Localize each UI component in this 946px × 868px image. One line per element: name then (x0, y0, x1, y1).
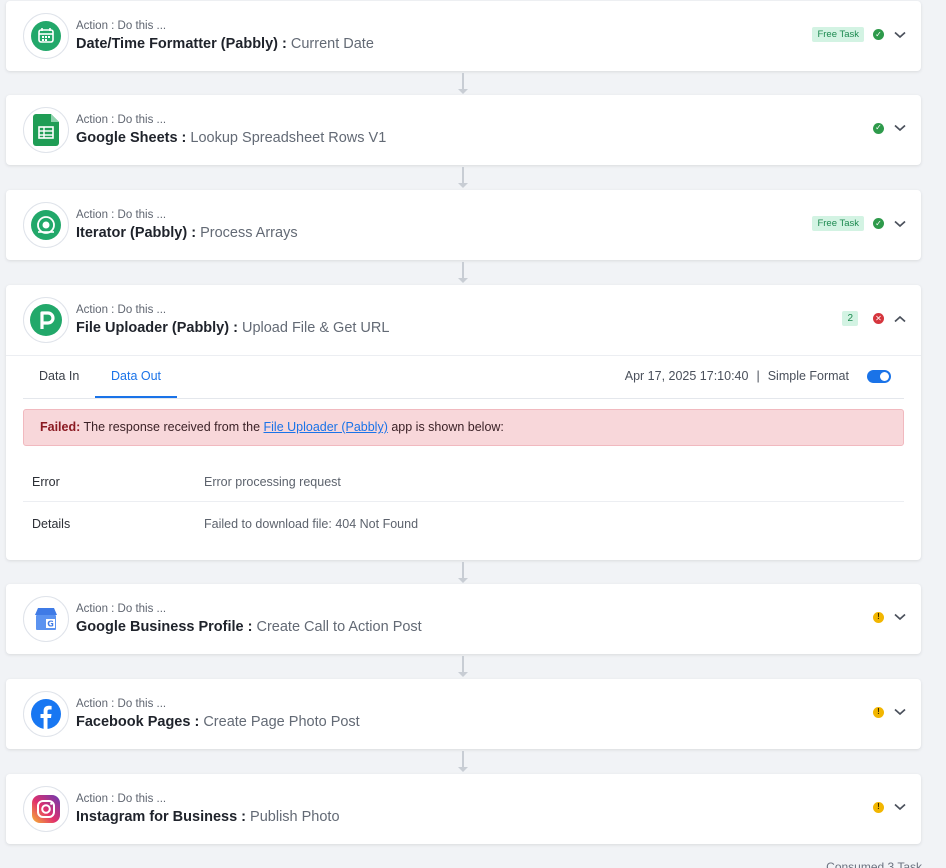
response-value: Error processing request (204, 475, 341, 489)
step-app-name: Iterator (Pabbly) : (76, 225, 197, 241)
response-row: Details Failed to download file: 404 Not… (23, 502, 904, 544)
step-app-name: Facebook Pages : (76, 714, 200, 730)
warning-icon: ! (873, 611, 884, 623)
app-link[interactable]: File Uploader (Pabbly) (264, 420, 388, 434)
alert-label: Failed: (40, 420, 81, 434)
step-card-google-sheets[interactable]: Action : Do this ... Google Sheets : Loo… (6, 95, 921, 165)
step-connector (458, 751, 468, 772)
step-connector (458, 562, 468, 583)
simple-format-label: Simple Format (767, 369, 849, 383)
step-event-name: Publish Photo (246, 809, 340, 825)
google-sheets-icon (23, 107, 69, 153)
chevron-down-icon[interactable] (893, 121, 907, 135)
pabbly-p-icon (23, 297, 69, 343)
error-x-icon: ✕ (873, 313, 884, 324)
warning-icon: ! (873, 801, 884, 813)
chevron-down-icon[interactable] (893, 800, 907, 814)
step-type-label: Action : Do this ... (76, 20, 167, 32)
step-connector (458, 656, 468, 677)
step-type-label: Action : Do this ... (76, 304, 167, 316)
iterator-icon (23, 202, 69, 248)
step-card-date-time-formatter[interactable]: Action : Do this ... Date/Time Formatter… (6, 1, 921, 71)
chevron-down-icon[interactable] (893, 705, 907, 719)
step-connector (458, 167, 468, 188)
simple-format-toggle[interactable] (867, 369, 891, 383)
tab-data-out[interactable]: Data Out (111, 369, 161, 383)
step-card-file-uploader[interactable]: Action : Do this ... File Uploader (Pabb… (6, 285, 921, 560)
step-card-google-business-profile[interactable]: G Action : Do this ... Google Business P… (6, 584, 921, 654)
step-card-facebook-pages[interactable]: Action : Do this ... Facebook Pages : Cr… (6, 679, 921, 749)
failed-alert: Failed: The response received from the F… (23, 409, 904, 446)
step-title: Date/Time Formatter (Pabbly) : Current D… (76, 36, 374, 52)
step-app-name: Google Sheets : (76, 130, 187, 146)
step-event-name: Lookup Spreadsheet Rows V1 (186, 130, 387, 146)
step-app-name: Instagram for Business : (76, 809, 247, 825)
step-connector (458, 262, 468, 283)
step-card-instagram[interactable]: Action : Do this ... Instagram for Busin… (6, 774, 921, 844)
step-app-name: File Uploader (Pabbly) : (76, 320, 238, 336)
step-type-label: Action : Do this ... (76, 603, 167, 615)
warning-icon: ! (873, 706, 884, 718)
step-app-name: Date/Time Formatter (Pabbly) : (76, 36, 287, 52)
instagram-icon (23, 786, 69, 832)
execution-timestamp: Apr 17, 2025 17:10:40 (624, 369, 749, 383)
alert-text-end: app is shown below: (387, 420, 504, 434)
step-title: Instagram for Business : Publish Photo (76, 809, 340, 825)
step-type-label: Action : Do this ... (76, 698, 167, 710)
step-type-label: Action : Do this ... (76, 793, 167, 805)
tabs-divider (23, 398, 904, 399)
step-event-name: Current Date (286, 36, 374, 52)
step-card-iterator[interactable]: Action : Do this ... Iterator (Pabbly) :… (6, 190, 921, 260)
response-key: Error (32, 475, 60, 489)
chevron-down-icon[interactable] (893, 28, 907, 42)
step-event-name: Upload File & Get URL (237, 320, 390, 336)
chevron-down-icon[interactable] (893, 217, 907, 231)
step-connector (458, 73, 468, 94)
calendar-icon (23, 13, 69, 59)
chevron-down-icon[interactable] (893, 610, 907, 624)
step-type-label: Action : Do this ... (76, 209, 167, 221)
response-row: Error Error processing request (23, 460, 904, 502)
svg-text:G: G (47, 620, 54, 629)
free-task-badge: Free Task (812, 27, 864, 42)
data-tabs: Data In Data Out Apr 17, 2025 17:10:40 |… (6, 355, 921, 399)
response-key: Details (32, 517, 71, 531)
response-value: Failed to download file: 404 Not Found (204, 517, 419, 531)
separator: | (756, 369, 760, 383)
google-business-icon: G (23, 596, 69, 642)
consumed-task-count: Consumed 3 Task (826, 860, 922, 868)
free-task-badge: Free Task (812, 216, 864, 231)
success-check-icon: ✓ (873, 29, 884, 40)
step-title: Iterator (Pabbly) : Process Arrays (76, 225, 298, 241)
success-check-icon: ✓ (873, 122, 884, 134)
step-event-name: Create Page Photo Post (199, 714, 360, 730)
step-title: Google Sheets : Lookup Spreadsheet Rows … (76, 130, 386, 146)
step-event-name: Process Arrays (196, 225, 298, 241)
step-type-label: Action : Do this ... (76, 114, 167, 126)
facebook-icon (23, 691, 69, 737)
alert-text: The response received from the (80, 420, 264, 434)
step-title: File Uploader (Pabbly) : Upload File & G… (76, 320, 389, 336)
tab-data-in[interactable]: Data In (39, 369, 79, 383)
step-event-name: Create Call to Action Post (252, 619, 422, 635)
execution-count-badge: 2 (842, 311, 858, 326)
success-check-icon: ✓ (873, 218, 884, 229)
step-title: Facebook Pages : Create Page Photo Post (76, 714, 360, 730)
chevron-up-icon[interactable] (893, 312, 907, 326)
step-title: Google Business Profile : Create Call to… (76, 619, 422, 635)
step-app-name: Google Business Profile : (76, 619, 253, 635)
